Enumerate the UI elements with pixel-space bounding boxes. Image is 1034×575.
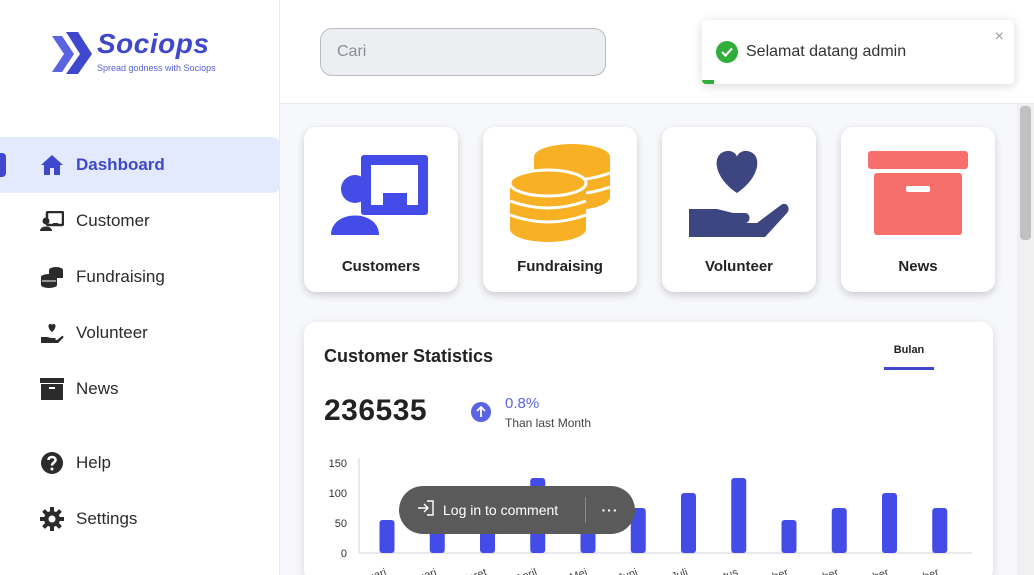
y-tick-label: 50 (335, 518, 347, 530)
card-fundraising[interactable]: Fundraising (483, 127, 637, 292)
card-label: Customers (341, 258, 421, 275)
sidebar-item-help[interactable]: Help (0, 435, 280, 491)
more-options-button[interactable]: ··· (586, 502, 634, 518)
sidebar: Sociops Spread godness with Sociops Dash… (0, 0, 280, 575)
sidebar-item-label: Help (76, 453, 111, 472)
sign-in-icon (417, 499, 435, 521)
x-tick-label: Mei (568, 567, 589, 575)
x-tick-label: Juni (616, 567, 639, 575)
y-tick-label: 150 (329, 458, 347, 470)
x-tick-label: November (839, 566, 891, 575)
welcome-toast: Selamat datang admin × (702, 20, 1014, 84)
chart-bar[interactable] (731, 478, 747, 553)
arrow-up-icon (471, 402, 491, 422)
chart-bar[interactable] (781, 520, 797, 553)
customer-statistics-panel: Customer Statistics Bulan 236535 0.8% Th… (304, 322, 993, 575)
sidebar-item-news[interactable]: News (0, 361, 280, 417)
brand-logo[interactable]: Sociops Spread godness with Sociops (52, 28, 242, 80)
y-tick-label: 0 (341, 548, 347, 560)
sidebar-item-label: Settings (76, 509, 138, 528)
card-volunteer[interactable]: Volunteer (662, 127, 816, 292)
help-icon (40, 451, 64, 475)
sidebar-item-label: Volunteer (76, 323, 148, 342)
heart-hand-icon (40, 321, 64, 345)
comment-overlay: Log in to comment ··· (399, 486, 635, 534)
check-circle-icon (716, 41, 738, 63)
coins-icon (40, 265, 64, 289)
sidebar-item-label: Dashboard (76, 155, 165, 174)
toast-message: Selamat datang admin (746, 43, 907, 60)
sidebar-item-customer[interactable]: Customer (0, 193, 280, 249)
x-tick-label: Juli (670, 567, 690, 575)
x-tick-label: Oktober (799, 566, 840, 575)
x-tick-label: Januari (350, 567, 388, 575)
home-icon (40, 153, 64, 177)
x-tick-label: Agustus (698, 566, 740, 575)
chart-bar[interactable] (831, 508, 847, 553)
x-tick-label: April (514, 567, 539, 575)
archive-box-icon (841, 143, 995, 243)
chart-bar[interactable] (882, 493, 897, 553)
chart-bar[interactable] (379, 520, 395, 553)
sidebar-item-volunteer[interactable]: Volunteer (0, 305, 280, 361)
card-customers[interactable]: Customers (304, 127, 458, 292)
total-customers: 236535 (324, 394, 428, 427)
change-note: Than last Month (505, 416, 592, 430)
heart-hand-icon (662, 143, 816, 243)
sidebar-item-label: Customer (76, 211, 150, 230)
login-to-comment-button[interactable]: Log in to comment (399, 486, 585, 534)
summary-cards: Customers Fundraising Volunteer News (304, 127, 1020, 292)
sidebar-item-label: News (76, 379, 119, 398)
sidebar-item-settings[interactable]: Settings (0, 491, 280, 547)
x-tick-label: September (735, 566, 790, 575)
card-label: Fundraising (517, 258, 603, 275)
tab-bulan[interactable]: Bulan (884, 342, 934, 370)
change-percent: 0.8% (505, 395, 540, 412)
toast-progress-bar (702, 80, 715, 84)
card-label: News (898, 258, 938, 275)
login-label: Log in to comment (443, 502, 559, 518)
x-tick-label: Februari (396, 567, 439, 575)
brand-name: Sociops (97, 28, 210, 59)
card-news[interactable]: News (841, 127, 995, 292)
archive-box-icon (40, 377, 64, 401)
brand-tagline: Spread godness with Sociops (97, 63, 216, 73)
coins-stack-icon (483, 143, 637, 243)
x-tick-label: Maret (458, 567, 489, 575)
close-icon[interactable]: × (995, 28, 1004, 46)
x-tick-label: Desember (889, 566, 941, 575)
y-tick-label: 100 (329, 488, 347, 500)
presenter-icon (304, 143, 458, 243)
card-label: Volunteer (704, 258, 774, 275)
sidebar-nav: Dashboard Customer Fundraising Volunteer… (0, 137, 280, 547)
chart-bar[interactable] (681, 493, 696, 553)
customer-icon (40, 209, 64, 233)
sidebar-item-label: Fundraising (76, 267, 165, 286)
sidebar-item-dashboard[interactable]: Dashboard (0, 137, 280, 193)
gear-icon (40, 507, 64, 531)
chart-bar[interactable] (932, 508, 948, 553)
scrollbar-thumb[interactable] (1020, 106, 1031, 240)
search-input[interactable] (320, 28, 606, 76)
logo-mark-icon (52, 32, 92, 74)
stats-title: Customer Statistics (324, 346, 494, 366)
sidebar-item-fundraising[interactable]: Fundraising (0, 249, 280, 305)
